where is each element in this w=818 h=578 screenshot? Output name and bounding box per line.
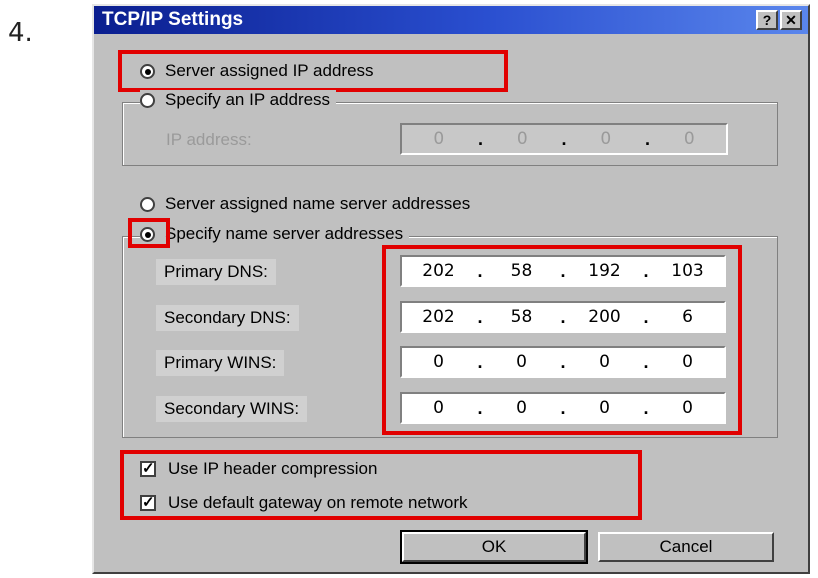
radio-server-assigned-dns[interactable]: Server assigned name server addresses	[140, 194, 470, 214]
highlight-box-options	[120, 450, 642, 520]
ip-address-label: IP address:	[166, 130, 252, 149]
specify-ip-label: Specify an IP address	[165, 90, 331, 109]
close-icon[interactable]: ✕	[780, 10, 802, 30]
cancel-button[interactable]: Cancel	[598, 532, 774, 562]
octet-separator: .	[644, 128, 650, 149]
ip-address-field[interactable]: 0. 0. 0. 0	[400, 123, 728, 155]
ip-octet: 0	[683, 129, 695, 149]
radio-button[interactable]	[140, 92, 155, 108]
radio-specify-ip[interactable]: Specify an IP address	[140, 90, 337, 110]
radio-specify-dns[interactable]: Specify name server addresses	[140, 224, 410, 244]
server-assigned-dns-label: Server assigned name server addresses	[165, 194, 471, 213]
primary-dns-label: Primary DNS:	[156, 259, 276, 285]
highlight-box-dns-radio	[128, 218, 170, 248]
radio-button[interactable]	[140, 196, 155, 212]
highlight-box-dns-fields	[382, 245, 742, 435]
octet-separator: .	[477, 128, 483, 149]
ip-octet: 0	[600, 129, 612, 149]
window-title: TCP/IP Settings	[102, 9, 244, 30]
tcpip-settings-dialog: TCP/IP Settings ? ✕ Server assigned IP a…	[92, 4, 810, 574]
title-bar[interactable]: TCP/IP Settings ? ✕	[94, 6, 808, 34]
secondary-dns-label: Secondary DNS:	[156, 305, 299, 331]
ok-button[interactable]: OK	[400, 530, 588, 564]
specify-dns-label: Specify name server addresses	[165, 224, 404, 243]
step-number: 4.	[8, 18, 33, 48]
highlight-box-ip-mode	[118, 50, 508, 92]
primary-wins-label: Primary WINS:	[156, 350, 285, 376]
help-icon[interactable]: ?	[756, 10, 778, 30]
ip-octet: 0	[516, 129, 528, 149]
ip-octet: 0	[433, 129, 445, 149]
secondary-wins-label: Secondary WINS:	[156, 396, 308, 422]
octet-separator: .	[561, 128, 567, 149]
